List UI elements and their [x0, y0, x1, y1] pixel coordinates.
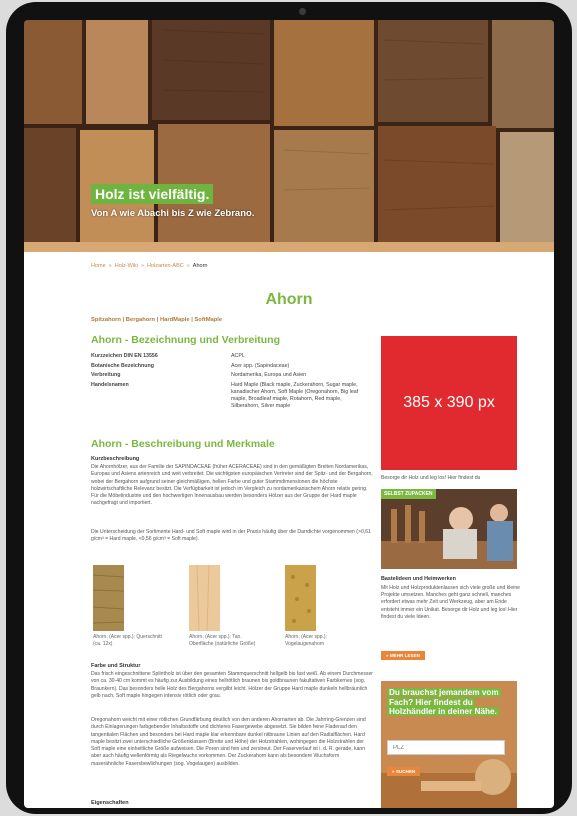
breadcrumb-home[interactable]: Home — [91, 263, 106, 269]
webpage[interactable]: Holz ist vielfältig. Von A wie Abachi bi… — [24, 20, 554, 808]
table-row: Botanische Bezeichnung Acer spp. (Sapinda… — [91, 363, 371, 370]
farbe-struktur-label: Farbe und Struktur — [91, 663, 141, 669]
section-heading-beschreibung: Ahorn - Beschreibung und Merkmale — [91, 438, 275, 450]
row-value: Acer spp. (Sapindaceae) — [231, 362, 290, 369]
row-key: Kurzzeichen DIN EN 13556 — [91, 353, 158, 359]
wood-sample-cross-section-image — [92, 565, 125, 631]
breadcrumb-separator: » — [140, 263, 145, 269]
wood-sample-tangential-image — [189, 564, 220, 632]
hero-title: Holz ist vielfältig. — [91, 184, 214, 204]
dealer-search-title-text: Du brauchst jemandem vom Fach? Hier find… — [387, 688, 501, 717]
card-title[interactable]: Bastelideen und Heimwerken — [381, 576, 456, 582]
table-row: Verbreitung Nordamerika, Europa und Asien — [91, 372, 371, 379]
structure-paragraph: Oregonahorn weicht mit einer rötlichen G… — [91, 717, 366, 767]
diy-photo[interactable]: SELBST ZUPACKEN — [381, 489, 517, 569]
teaser-text: Besorge dir Holz und leg los! Hier finde… — [381, 475, 481, 481]
camera-dot — [299, 8, 306, 15]
card-text: Mit Holz und Holzproduktenlassen sich vi… — [381, 585, 521, 620]
plz-input[interactable] — [387, 740, 505, 755]
sample-caption: Ahorn, (Acer spp.): Tan. Oberfläche (nat… — [189, 634, 256, 647]
page-title: Ahorn — [265, 291, 313, 308]
section-heading-bezeichnung: Ahorn - Bezeichnung und Verbreitung — [91, 334, 280, 346]
eigenschaften-label: Eigenschaften — [91, 800, 129, 806]
table-row: Handelsnamen Hard Maple (Black maple, Zuc… — [91, 382, 371, 411]
sample-caption: Ahorn, (Acer spp.): Querschnitt (ca. 12x… — [93, 634, 162, 647]
breadcrumb-separator: » — [186, 263, 190, 269]
density-paragraph: Die Unterscheidung der Sortimente Hard- … — [91, 529, 371, 543]
kurzbeschreibung-label: Kurzbeschreibung — [91, 456, 140, 462]
tablet-frame: Holz ist vielfältig. Von A wie Abachi bi… — [6, 2, 572, 814]
breadcrumb-holzarten-abc[interactable]: Holzarten-ABC — [147, 263, 184, 269]
hero-banner: Holz ist vielfältig. Von A wie Abachi bi… — [24, 20, 554, 252]
synonym-links[interactable]: Spitzahorn | Bergahorn | HardMaple | Sof… — [91, 317, 222, 323]
breadcrumb-current: Ahorn — [192, 263, 208, 269]
breadcrumb: Home» Holz-Wiki» Holzarten-ABC» Ahorn — [91, 263, 207, 269]
row-key: Verbreitung — [91, 372, 121, 379]
row-key: Handelsnamen — [91, 381, 129, 388]
row-value: Hard Maple (Black maple, Zuckerahorn, Su… — [231, 381, 359, 410]
breadcrumb-holz-wiki[interactable]: Holz-Wiki — [115, 263, 138, 269]
color-paragraph: Das frisch eingeschnittene Splintholz is… — [91, 671, 373, 699]
dealer-search-title: Du brauchst jemandem vom Fach? Hier find… — [387, 688, 513, 717]
info-table: Kurzzeichen DIN EN 13556 ACPL Botanische … — [91, 353, 371, 413]
search-button[interactable]: » SUCHEN — [387, 767, 421, 776]
wood-sample-birdseye-image — [285, 565, 316, 631]
row-key: Botanische Bezeichnung — [91, 362, 154, 369]
sample-caption: Ahorn, (Acer spp.): Vogelaugenahorn — [285, 634, 327, 647]
hero-subtitle: Von A wie Abachi bis Z wie Zebrano. — [91, 208, 255, 219]
row-value: ACPL — [231, 353, 245, 359]
sample-color — [285, 565, 316, 631]
table-row: Kurzzeichen DIN EN 13556 ACPL — [91, 353, 371, 360]
ad-placeholder[interactable]: 385 x 390 px — [381, 336, 517, 470]
breadcrumb-separator: » — [108, 263, 112, 269]
sample-color — [189, 565, 220, 631]
dealer-search-box: Du brauchst jemandem vom Fach? Hier find… — [381, 681, 517, 808]
row-value: Nordamerika, Europa und Asien — [231, 372, 307, 379]
read-more-button[interactable]: » MEHR LESEN — [381, 651, 425, 660]
photo-image — [381, 489, 517, 569]
description-paragraph: Die Ahornhölzer, aus der Familie der SAP… — [91, 464, 373, 507]
category-badge: SELBST ZUPACKEN — [381, 489, 436, 499]
